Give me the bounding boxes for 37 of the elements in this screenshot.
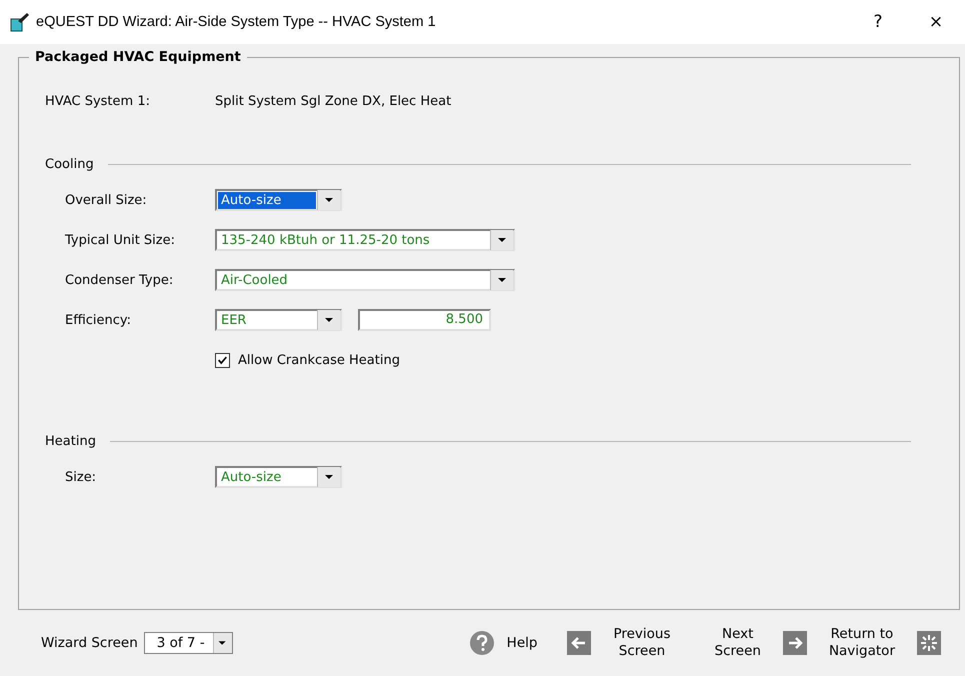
- dropdown[interactable]: Auto-size: [215, 466, 342, 488]
- caret-icon: [317, 310, 340, 330]
- dropdown[interactable]: Air-Cooled: [215, 269, 515, 291]
- dropdown[interactable]: Auto-size: [215, 189, 342, 211]
- checkbox-label: Allow Crankcase Heating: [238, 352, 400, 368]
- help-icon[interactable]: [468, 630, 495, 656]
- group-title: Packaged HVAC Equipment: [29, 49, 247, 65]
- input-field[interactable]: 8.500: [358, 309, 491, 331]
- next-screen-button[interactable]: Next Screen: [714, 626, 761, 660]
- caret-icon: [317, 467, 340, 487]
- caret-icon: [212, 633, 232, 653]
- field-label: Overall Size:: [65, 192, 148, 208]
- window-title: eQUEST DD Wizard: Air-Side System Type -- HVAC System 1: [36, 14, 437, 30]
- dropdown[interactable]: 135-240 kBtuh or 11.25-20 tons: [215, 229, 515, 251]
- section-title: Heating: [45, 434, 96, 449]
- caret-icon: [490, 270, 513, 290]
- field-label: Size:: [65, 470, 98, 484]
- caret-icon: [317, 190, 340, 210]
- screen-dropdown[interactable]: 3 of 7 -: [144, 632, 233, 654]
- help-button[interactable]: ?: [849, 2, 907, 42]
- field-label: Efficiency:: [65, 312, 132, 328]
- field-label: Typical Unit Size:: [65, 232, 176, 248]
- check-icon: [217, 354, 228, 366]
- close-button[interactable]: ×: [907, 2, 965, 42]
- system-value: Split System Sgl Zone DX, Elec Heat: [215, 94, 452, 109]
- system-label: HVAC System 1:: [45, 94, 151, 109]
- screen-label: Wizard Screen: [41, 635, 138, 651]
- section-title: Cooling: [45, 157, 94, 172]
- checkbox[interactable]: [215, 352, 230, 368]
- field-label: Condenser Type:: [65, 272, 174, 288]
- app-icon: [10, 12, 30, 32]
- dropdown[interactable]: EER: [215, 309, 342, 331]
- previous-screen-button[interactable]: Previous Screen: [613, 626, 671, 660]
- caret-icon: [490, 230, 513, 250]
- navigator-icon[interactable]: [917, 631, 941, 655]
- return-to-navigator-button[interactable]: Return to Navigator: [828, 626, 895, 660]
- help-link[interactable]: Help: [506, 634, 538, 652]
